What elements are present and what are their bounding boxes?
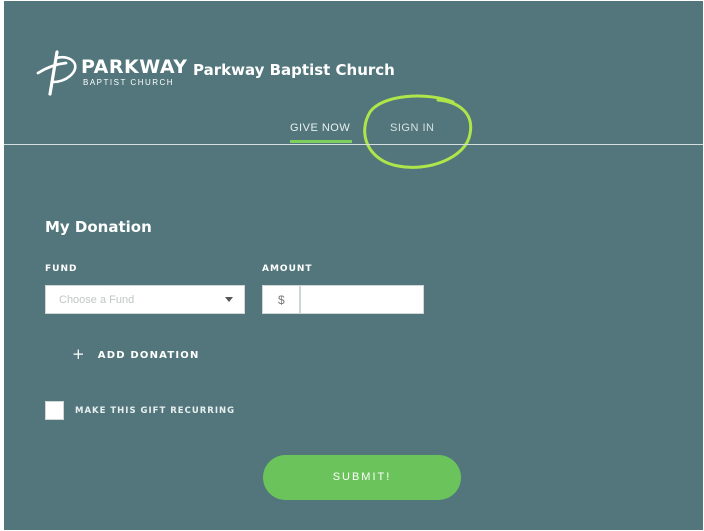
add-donation-label: ADD DONATION [97, 350, 200, 361]
fund-placeholder: Choose a Fund [59, 294, 135, 306]
nav-sign-in[interactable]: SIGN IN [390, 122, 434, 134]
amount-input[interactable] [300, 285, 424, 314]
fund-label: FUND [45, 264, 78, 274]
logo-subtitle: BAPTIST CHURCH [83, 78, 175, 87]
recurring-label: MAKE THIS GIFT RECURRING [75, 406, 236, 416]
chevron-down-icon [225, 297, 233, 302]
recurring-checkbox[interactable] [45, 401, 64, 420]
cross-icon [36, 50, 77, 96]
header-divider [4, 144, 703, 145]
parkway-logo[interactable]: PARKWAY BAPTIST CHURCH [36, 46, 188, 96]
logo-wordmark: PARKWAY [81, 56, 188, 78]
org-name: Parkway Baptist Church [193, 61, 395, 79]
submit-button[interactable]: SUBMIT! [263, 455, 461, 500]
fund-select[interactable]: Choose a Fund [45, 285, 245, 314]
nav-give-now[interactable]: GIVE NOW [290, 122, 350, 134]
plus-icon: + [72, 345, 86, 363]
active-tab-indicator [290, 140, 352, 143]
add-donation-button[interactable]: + ADD DONATION [72, 345, 200, 364]
dollar-sign: $ [278, 293, 285, 307]
amount-label: AMOUNT [262, 264, 313, 274]
currency-prefix: $ [262, 285, 300, 314]
section-title: My Donation [45, 218, 152, 236]
